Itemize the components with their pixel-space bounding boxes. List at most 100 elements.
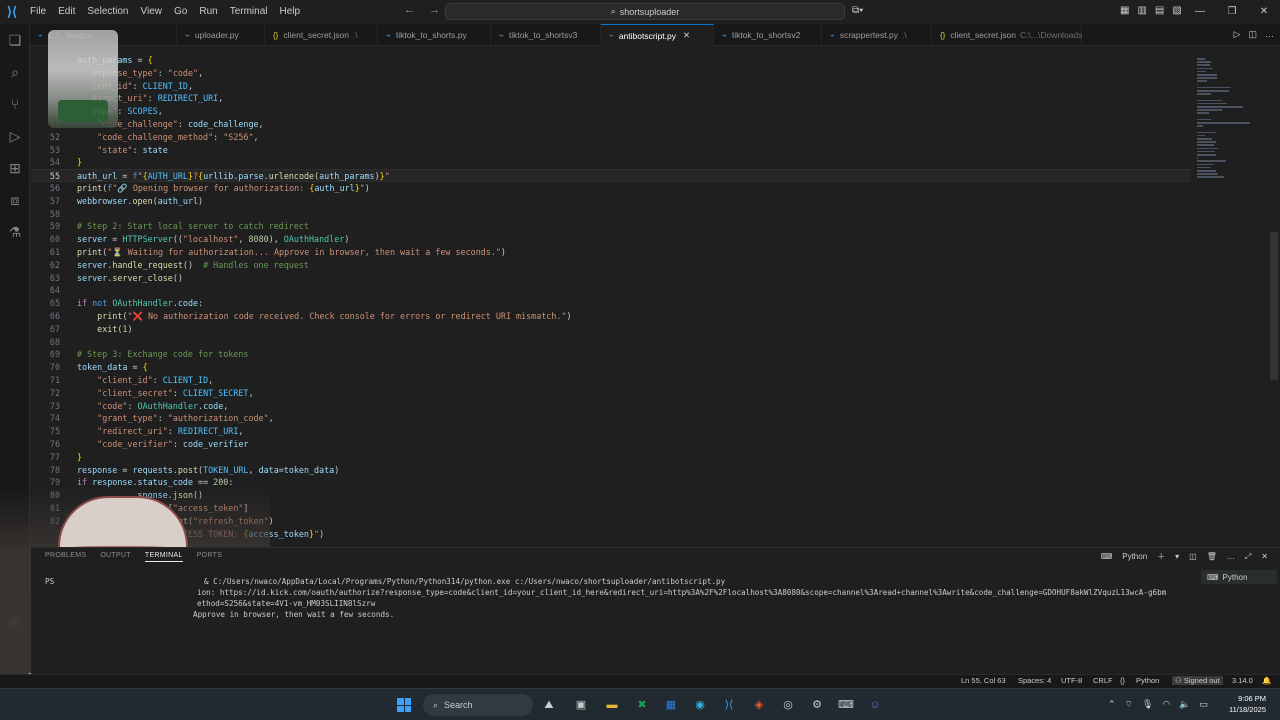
more-actions-icon[interactable]: … (1265, 29, 1274, 40)
code-line[interactable]: 72 "client_secret": CLIENT_SECRET, (31, 387, 1191, 400)
microphone-icon[interactable]: 🎙 (1142, 699, 1153, 710)
code-line[interactable]: 77} (31, 451, 1191, 464)
menu-view[interactable]: View (135, 0, 169, 24)
code-line[interactable]: 51 "code_challenge": code_challenge, (31, 118, 1191, 131)
braces-icon[interactable]: {} (1120, 676, 1125, 685)
code-line[interactable]: 66 print("❌ No authorization code receiv… (31, 310, 1191, 323)
code-line[interactable]: 71 "client_id": CLIENT_ID, (31, 374, 1191, 387)
edge-icon[interactable]: ◉ (691, 696, 709, 714)
wifi-icon[interactable]: ◠ (1162, 699, 1170, 710)
close-tab-icon[interactable]: ✕ (683, 30, 690, 41)
code-line[interactable]: 78 response = requests.post(TOKEN_URL, da… (31, 464, 1191, 477)
command-center-search[interactable]: ⌕ shortsuploader (445, 3, 845, 20)
store-icon[interactable]: ▦ (662, 696, 680, 714)
explorer-icon[interactable]: ❏ (0, 24, 30, 56)
new-terminal-icon[interactable]: ＋ (1157, 551, 1165, 562)
code-line[interactable]: 62 server.handle_request() # Handles one … (31, 259, 1191, 272)
volume-icon[interactable]: 🔈 (1179, 699, 1190, 710)
code-line[interactable]: 67 exit(1) (31, 323, 1191, 336)
code-line[interactable]: 53 "state": state (31, 144, 1191, 157)
split-terminal-icon[interactable]: ◫ (1189, 552, 1197, 561)
brave-icon[interactable]: ◈ (750, 696, 768, 714)
code-line[interactable]: direct_uri": REDIRECT_URI, (31, 92, 1191, 105)
code-line[interactable]: 58 (31, 208, 1191, 221)
editor-scrollbar[interactable] (1270, 232, 1278, 380)
kill-terminal-icon[interactable]: 🗑 (1207, 552, 1217, 561)
encoding[interactable]: UTF-8 (1061, 676, 1082, 685)
code-editor[interactable]: auth_params = { esponse_type": "code", i… (31, 47, 1211, 545)
network-icon[interactable]: ⌔ (1125, 699, 1133, 710)
discord-icon[interactable]: ☺ (866, 696, 884, 714)
python-version[interactable]: 3.14.0 (1232, 676, 1253, 685)
code-line[interactable]: 68 (31, 336, 1191, 349)
indentation[interactable]: Spaces: 4 (1018, 676, 1051, 685)
excel-icon[interactable]: ✖ (633, 696, 651, 714)
code-line[interactable]: 76 "code_verifier": code_verifier (31, 438, 1191, 451)
code-line[interactable]: 55 auth_url = f"{AUTH_URL}?{urllib.parse.… (31, 169, 1191, 182)
minimize-icon[interactable]: — (1184, 0, 1216, 24)
code-line[interactable]: 61 print("⏳ Waiting for authorization... … (31, 246, 1191, 259)
run-debug-icon[interactable]: ▷ (0, 120, 30, 152)
close-window-icon[interactable]: ✕ (1248, 0, 1280, 24)
tab-6[interactable]: ⌁ tiktok_to_shortsv2 (714, 24, 822, 46)
code-line[interactable]: cope": SCOPES, (31, 105, 1191, 118)
copilot-icon[interactable]: ⧉▾ (852, 5, 863, 16)
code-line[interactable]: 60 server = HTTPServer(("localhost", 8080… (31, 233, 1191, 246)
toggle-secondary-sidebar-icon[interactable]: ▧ (1172, 5, 1181, 16)
menu-run[interactable]: Run (193, 0, 223, 24)
menu-file[interactable]: File (24, 0, 52, 24)
vscode-taskbar-icon[interactable]: ⟩⟨ (720, 696, 738, 714)
run-file-icon[interactable]: ▷ (1234, 29, 1241, 40)
extensions-icon[interactable]: ⊞ (0, 152, 30, 184)
terminal-app-icon[interactable]: ⌨ (837, 696, 855, 714)
split-editor-icon[interactable]: ◫ (1248, 29, 1257, 40)
line-ending[interactable]: CRLF (1093, 676, 1113, 685)
code-line[interactable]: 63 server.server_close() (31, 272, 1191, 285)
code-line[interactable]: 57 webbrowser.open(auth_url) (31, 195, 1191, 208)
menu-edit[interactable]: Edit (52, 0, 81, 24)
widgets-icon[interactable]: ⛰ (540, 696, 558, 714)
code-line[interactable]: 73 "code": OAuthHandler.code, (31, 400, 1191, 413)
panel-more-icon[interactable]: … (1227, 552, 1235, 561)
code-line[interactable]: 54} (31, 156, 1191, 169)
customize-layout-icon[interactable]: ▦ (1120, 5, 1129, 16)
tab-2[interactable]: {} client_secret.json .\ (265, 24, 378, 46)
close-panel-icon[interactable]: ✕ (1261, 552, 1268, 561)
tab-1[interactable]: ⌁ uploader.py (177, 24, 265, 46)
terminal-list-item[interactable]: ⌨ Python (1201, 570, 1277, 584)
maximize-panel-icon[interactable]: ⤢ (1245, 552, 1251, 562)
remote-explorer-icon[interactable]: ⧈ (0, 184, 30, 216)
panel-tab-terminal[interactable]: TERMINAL (144, 552, 183, 562)
start-icon[interactable] (397, 698, 411, 712)
maximize-icon[interactable]: ❐ (1216, 0, 1248, 24)
tab-5[interactable]: ⌁ antibotscript.py ✕ (601, 24, 714, 46)
terminal-profile-label[interactable]: Python (1122, 552, 1147, 561)
tab-4[interactable]: ⌁ tiktok_to_shortsv3 (491, 24, 601, 46)
code-line[interactable]: 64 (31, 284, 1191, 297)
menu-terminal[interactable]: Terminal (224, 0, 274, 24)
task-view-icon[interactable]: ▣ (572, 696, 590, 714)
code-line[interactable]: 52 "code_challenge_method": "S256", (31, 131, 1191, 144)
taskbar-search[interactable]: ⌕ Search (423, 694, 533, 716)
file-explorer-icon[interactable]: ▬ (603, 696, 621, 714)
code-line[interactable]: ient_id": CLIENT_ID, (31, 80, 1191, 93)
tab-8[interactable]: {} client_secret.json C:\...\Downloads (932, 24, 1082, 46)
cursor-position[interactable]: Ln 55, Col 63 (961, 676, 1006, 685)
code-line[interactable]: auth_params = { (31, 54, 1191, 67)
obs-icon[interactable]: ◎ (779, 696, 797, 714)
toggle-panel-icon[interactable]: ▤ (1155, 5, 1164, 16)
menu-help[interactable]: Help (274, 0, 307, 24)
steam-icon[interactable]: ⚙ (808, 696, 826, 714)
code-line[interactable]: esponse_type": "code", (31, 67, 1191, 80)
account-status[interactable]: ⚇ Signed out (1172, 676, 1223, 685)
menu-go[interactable]: Go (168, 0, 193, 24)
terminal-profile-icon[interactable]: ⌨ (1101, 552, 1113, 561)
forward-arrow-icon[interactable]: → (429, 4, 440, 16)
code-line[interactable]: 56 print(f"🔗 Opening browser for authoriz… (31, 182, 1191, 195)
panel-tab-ports[interactable]: PORTS (197, 552, 223, 562)
battery-icon[interactable]: ▭ (1200, 699, 1209, 710)
search-view-icon[interactable]: ⌕ (0, 56, 30, 88)
code-line[interactable]: 69 # Step 3: Exchange code for tokens (31, 348, 1191, 361)
code-line[interactable]: 59 # Step 2: Start local server to catch … (31, 220, 1191, 233)
back-arrow-icon[interactable]: ← (404, 4, 415, 16)
